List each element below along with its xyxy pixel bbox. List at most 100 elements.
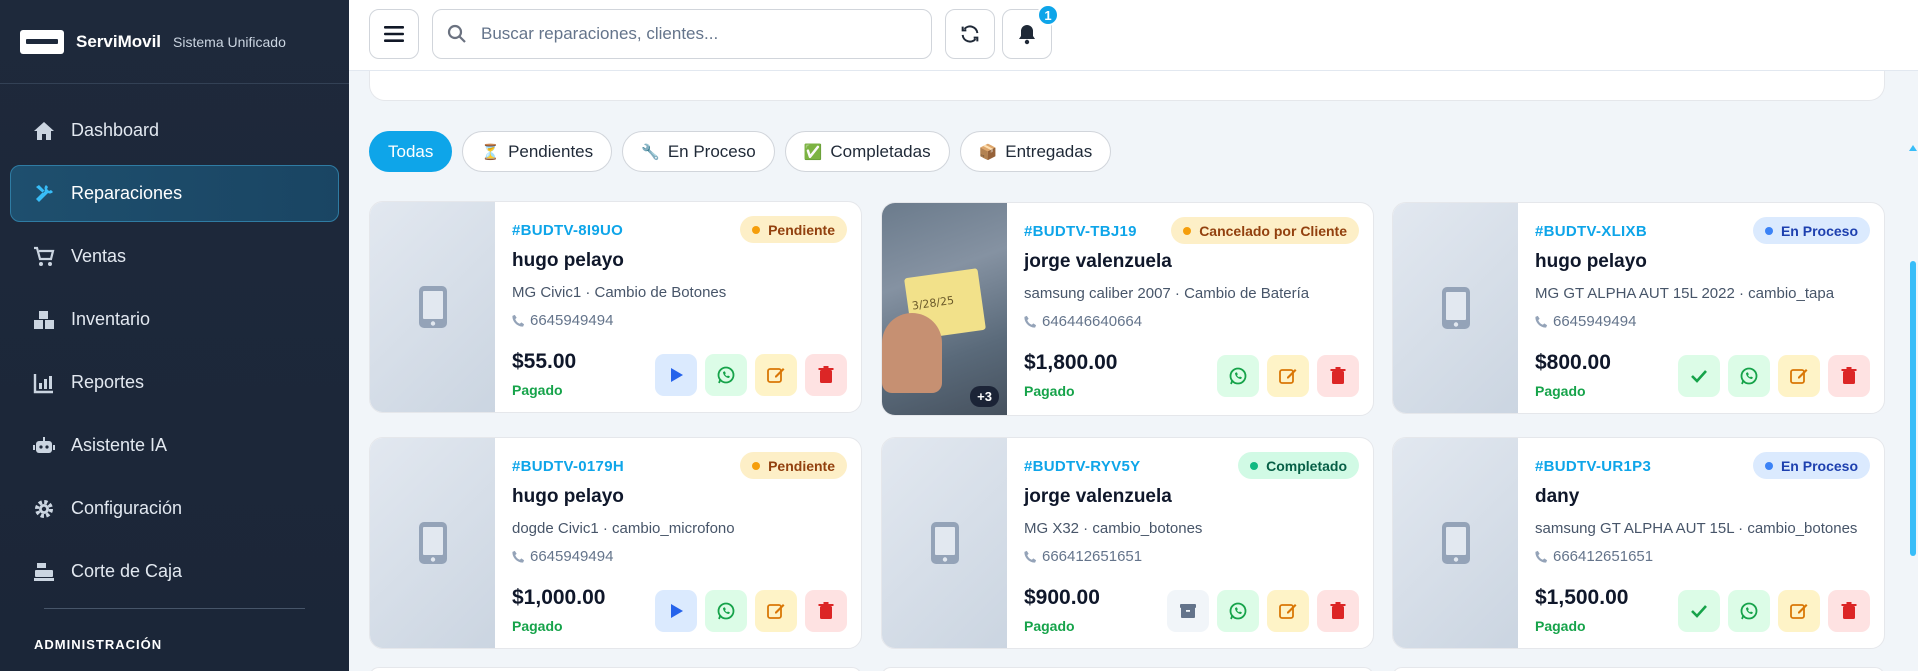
delete-button[interactable] (1317, 355, 1359, 397)
trash-icon (818, 602, 834, 619)
status-badge: Completado (1238, 452, 1359, 479)
whatsapp-button[interactable] (705, 590, 747, 632)
whatsapp-button[interactable] (1217, 590, 1259, 632)
repair-code[interactable]: #BUDTV-0179H (512, 458, 624, 475)
mobile-phone-icon (418, 286, 447, 328)
brand-subtitle: Sistema Unificado (173, 33, 286, 50)
edit-button[interactable] (1267, 355, 1309, 397)
cart-icon (31, 244, 57, 270)
trash-icon (1841, 602, 1857, 619)
repair-card[interactable]: #BUDTV-0179H Pendiente hugo pelayo dogde… (369, 437, 862, 649)
device-description: dogde Civic1 · cambio_microfono (512, 520, 735, 537)
status-text: En Proceso (1780, 222, 1858, 239)
repair-card[interactable]: #BUDTV-UR1P3 En Proceso dany samsung GT … (1392, 437, 1885, 649)
repair-code[interactable]: #BUDTV-XLIXB (1535, 223, 1647, 240)
chart-icon (31, 370, 57, 396)
status-dot (752, 225, 761, 234)
delete-button[interactable] (805, 590, 847, 632)
whatsapp-button[interactable] (705, 354, 747, 396)
repair-card[interactable]: #BUDTV-8I9UO Pendiente hugo pelayo MG Ci… (369, 201, 862, 413)
edit-icon (767, 368, 785, 383)
start-repair-button[interactable] (655, 354, 697, 396)
search-bar[interactable] (432, 9, 932, 59)
complete-button[interactable] (1678, 590, 1720, 632)
repair-card-next-row[interactable] (1392, 667, 1885, 671)
complete-button[interactable] (1678, 355, 1720, 397)
notifications-button[interactable]: 1 (1002, 4, 1059, 59)
delete-button[interactable] (1828, 355, 1870, 397)
tools-icon (31, 181, 57, 207)
sidebar-item-label: Corte de Caja (71, 561, 183, 581)
whatsapp-button[interactable] (1728, 590, 1770, 632)
edit-button[interactable] (1778, 590, 1820, 632)
filter-pendientes[interactable]: ⏳ Pendientes (462, 131, 613, 172)
scrollbar-thumb[interactable] (1910, 261, 1916, 556)
brand[interactable]: ServiMovil Sistema Unificado (0, 0, 349, 84)
card-actions (1217, 355, 1359, 397)
client-phone: 666412651651 (1535, 548, 1653, 565)
device-description: MG Civic1 · Cambio de Botones (512, 284, 727, 301)
start-repair-button[interactable] (655, 590, 697, 632)
brand-name: ServiMovil (76, 31, 162, 51)
device-thumbnail[interactable] (882, 438, 1007, 648)
delete-button[interactable] (1317, 590, 1359, 632)
device-thumbnail[interactable] (1393, 438, 1518, 648)
device-thumbnail[interactable] (370, 202, 495, 412)
delete-button[interactable] (805, 354, 847, 396)
repair-card-next-row[interactable] (881, 667, 1374, 671)
device-thumbnail[interactable] (1393, 203, 1518, 413)
edit-button[interactable] (755, 354, 797, 396)
edit-icon (1279, 369, 1297, 384)
repair-code[interactable]: #BUDTV-8I9UO (512, 222, 623, 239)
repair-code[interactable]: #BUDTV-TBJ19 (1024, 223, 1137, 240)
repair-card[interactable]: #BUDTV-RYV5Y Completado jorge valenzuela… (881, 437, 1374, 649)
sidebar-item-inventario[interactable]: Inventario (10, 291, 339, 348)
menu-toggle-button[interactable] (369, 9, 419, 59)
sidebar-item-label: Asistente IA (71, 435, 168, 455)
home-icon (31, 118, 57, 144)
delete-button[interactable] (1828, 590, 1870, 632)
client-phone: 6645949494 (512, 312, 613, 329)
trash-icon (1330, 367, 1346, 384)
card-actions (1167, 590, 1359, 632)
repair-code[interactable]: #BUDTV-UR1P3 (1535, 458, 1651, 475)
deliver-button[interactable] (1167, 590, 1209, 632)
repair-card[interactable]: 3/28/25 +3 #BUDTV-TBJ19 Cancelado por Cl… (881, 202, 1374, 416)
sidebar-item-dashboard[interactable]: Dashboard (10, 102, 339, 159)
search-input[interactable] (481, 24, 901, 44)
device-thumbnail[interactable] (370, 438, 495, 648)
filter-todas[interactable]: Todas (369, 131, 453, 172)
gear-icon (31, 496, 57, 522)
edit-button[interactable] (1267, 590, 1309, 632)
filter-en-proceso[interactable]: 🔧 En Proceso (622, 131, 775, 172)
phone-number: 666412651651 (1042, 548, 1143, 565)
sidebar-item-configuracion[interactable]: Configuración (10, 480, 339, 537)
cash-register-icon (31, 559, 57, 585)
edit-button[interactable] (1778, 355, 1820, 397)
repair-price: $900.00 (1024, 586, 1100, 609)
phone-icon (1024, 550, 1037, 563)
extra-photos-badge[interactable]: +3 (970, 386, 999, 407)
whatsapp-button[interactable] (1217, 355, 1259, 397)
sidebar-item-reportes[interactable]: Reportes (10, 354, 339, 411)
sidebar-item-ventas[interactable]: Ventas (10, 228, 339, 285)
sidebar-item-asistente-ia[interactable]: Asistente IA (10, 417, 339, 474)
sidebar-item-reparaciones[interactable]: Reparaciones (10, 165, 339, 222)
trash-icon (818, 366, 834, 383)
repair-price: $1,000.00 (512, 586, 606, 609)
edit-button[interactable] (755, 590, 797, 632)
repair-code[interactable]: #BUDTV-RYV5Y (1024, 458, 1140, 475)
repair-card[interactable]: #BUDTV-XLIXB En Proceso hugo pelayo MG G… (1392, 202, 1885, 414)
sidebar-item-corte-de-caja[interactable]: Corte de Caja (10, 543, 339, 600)
status-badge: Cancelado por Cliente (1171, 217, 1359, 244)
edit-icon (767, 604, 785, 619)
whatsapp-button[interactable] (1728, 355, 1770, 397)
scroll-up-arrow-icon[interactable] (1909, 145, 1917, 151)
filter-entregadas[interactable]: 📦 Entregadas (959, 131, 1112, 172)
phone-icon (1024, 315, 1037, 328)
edit-icon (1790, 369, 1808, 384)
repair-card-next-row[interactable] (369, 667, 862, 671)
refresh-button[interactable] (945, 9, 995, 59)
device-photo[interactable]: 3/28/25 +3 (882, 203, 1007, 415)
filter-completadas[interactable]: ✅ Completadas (784, 131, 950, 172)
